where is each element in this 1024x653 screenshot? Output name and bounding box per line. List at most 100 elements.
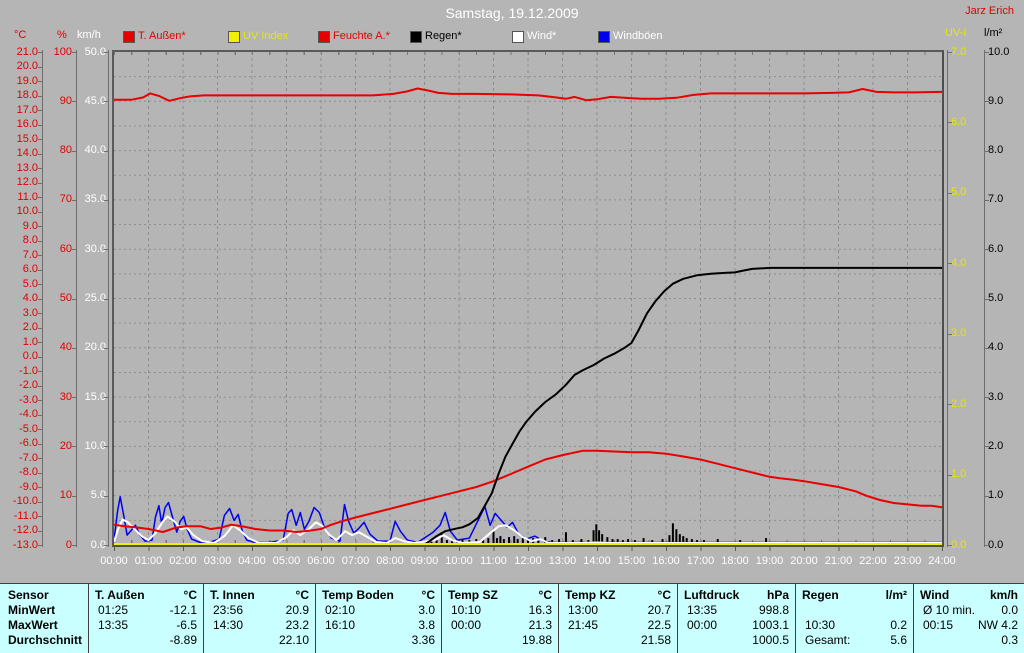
table-cell-row: 14:30 23.2 [204, 618, 315, 633]
uv-tick-label: 6.0 [951, 115, 967, 128]
temp-tick-mark [38, 516, 42, 517]
x-axis-label-1500: 15:00 [617, 555, 646, 567]
temp-tick-mark [38, 226, 42, 227]
x-axis-label-2200: 22:00 [859, 555, 887, 567]
uv-tick-label: 5.0 [951, 186, 967, 199]
cell-time: 00:15 [923, 618, 954, 632]
legend-chip-3 [318, 31, 330, 43]
rain-intensity-bar [671, 523, 674, 545]
uv-tick-mark [948, 52, 952, 53]
lm2-tick-label: 0.0 [988, 538, 1004, 551]
wind-tick-mark [104, 199, 108, 201]
legend-label-4: Regen* [425, 30, 462, 42]
x-axis-label-0400: 04:00 [238, 555, 266, 567]
temp-tick-mark [38, 168, 42, 169]
temp-tick-label: -1.0 [19, 364, 38, 377]
table-cell-row: 1000.5 [678, 633, 795, 648]
lm2-tick-mark [985, 298, 989, 300]
page-title: Samstag, 19.12.2009 [445, 5, 579, 21]
cell-value: 0.3 [1001, 633, 1018, 647]
cell-value: -6.5 [176, 618, 197, 632]
weather-station-window: Samstag, 19.12.2009 Jarz Erich °C % km/h… [0, 0, 1024, 653]
temp-tick-label: 11.0 [17, 190, 38, 203]
table-cell-row: Ø 10 min. 0.0 [914, 603, 1024, 618]
sensor-unit: hPa [766, 588, 789, 602]
table-column-header: Wind km/h [914, 588, 1024, 603]
temp-tick-label: -9.0 [19, 480, 38, 493]
temp-tick-label: -10.0 [12, 495, 38, 507]
sensor-unit: l/m² [885, 588, 907, 602]
table-cell-row: 0.3 [914, 633, 1024, 648]
temp-tick-label: -8.0 [19, 466, 38, 478]
lm2-tick-mark [985, 249, 989, 251]
temp-tick-label: 1.0 [22, 335, 38, 348]
cell-time: 02:10 [325, 603, 356, 617]
uv-tick-label: 4.0 [951, 256, 967, 269]
wind-tick-label: 30.0 [84, 242, 106, 255]
temp-tick-label: 17.0 [16, 103, 38, 116]
lm2-tick-mark [985, 446, 989, 448]
table-column-tempboden: Temp Boden °C 02:10 3.0 16:10 3.8 3.36 [315, 584, 441, 653]
wind-tick-mark [104, 298, 108, 300]
cell-time: 10:30 [805, 618, 836, 632]
temp-tick-label: 5.0 [22, 277, 38, 290]
uv-tick-label: 3.0 [951, 327, 967, 340]
legend-label-1: T. Außen* [138, 30, 186, 42]
uv-tick-mark [948, 545, 952, 546]
cell-time: 21:45 [568, 618, 599, 632]
cell-time: 14:30 [213, 618, 244, 632]
x-axis-hour-ticks [114, 547, 943, 551]
cell-value: 21.3 [528, 618, 552, 632]
lm2-tick-mark [985, 545, 989, 546]
table-cell-row: 02:10 3.0 [316, 603, 441, 618]
lm2-tick-label: 5.0 [988, 292, 1004, 304]
table-cell-row: 21:45 22.5 [559, 618, 677, 633]
wind-tick-label: 45.0 [84, 94, 106, 107]
temp-tick-label: -6.0 [19, 437, 38, 449]
temp-tick-label: 7.0 [22, 248, 38, 261]
cell-value: 3.0 [418, 603, 435, 617]
table-cell-row: 00:15 NW 4.2 [914, 618, 1024, 633]
table-row-label: Sensor [0, 588, 88, 603]
lm2-tick-label: 9.0 [988, 94, 1004, 107]
sensor-unit: °C [295, 588, 309, 602]
temp-tick-label: 10.0 [16, 205, 38, 217]
wind-tick-label: 10.0 [84, 439, 106, 452]
temp-tick-label: 21.0 [16, 45, 38, 58]
wind-tick-mark [104, 446, 108, 448]
axis-header-wind: km/h [77, 29, 101, 41]
wind-tick-label: 15.0 [84, 390, 106, 403]
temp-tick-label: 12.0 [16, 176, 38, 188]
temp-tick-mark [38, 356, 42, 358]
axis-header-uv: UV-I [945, 27, 967, 39]
table-column-header: T. Außen °C [89, 588, 203, 603]
temp-tick-mark [38, 139, 42, 140]
lm2-tick-mark [985, 347, 989, 349]
cell-value: 21.58 [640, 633, 671, 647]
x-axis-label-1700: 17:00 [686, 555, 715, 567]
cell-value: 0.0 [1001, 603, 1018, 617]
cell-value: 16.3 [528, 603, 552, 617]
lm2-tick-label: 7.0 [988, 193, 1004, 206]
station-author: Jarz Erich [965, 5, 1014, 17]
temp-tick-label: -5.0 [19, 422, 38, 435]
table-row-label-text: MinWert [8, 603, 56, 617]
x-axis-label-0700: 07:00 [341, 555, 370, 567]
sensor-summary-table: Sensor MinWert MaxWert Durchschnitt T. Außen… [0, 583, 1024, 653]
temp-tick-mark [38, 487, 42, 488]
table-cell-row: 16:10 3.8 [316, 618, 441, 633]
uv-tick-mark [948, 263, 952, 265]
temp-tick-label: 2.0 [22, 321, 38, 333]
temp-tick-label: -11.0 [13, 509, 38, 522]
table-row-header-column: Sensor MinWert MaxWert Durchschnitt [0, 584, 88, 653]
temp-tick-mark [38, 124, 42, 126]
wind-tick-mark [104, 101, 108, 103]
x-axis-label-0800: 08:00 [376, 555, 404, 567]
temp-tick-mark [38, 371, 42, 372]
legend-chip-5 [512, 31, 524, 43]
temp-tick-label: 3.0 [22, 306, 38, 319]
wind-tick-mark [104, 249, 108, 251]
sensor-title: T. Innen [210, 588, 255, 602]
table-cell-row: 23:56 20.9 [204, 603, 315, 618]
wind-tick-mark [104, 52, 108, 53]
